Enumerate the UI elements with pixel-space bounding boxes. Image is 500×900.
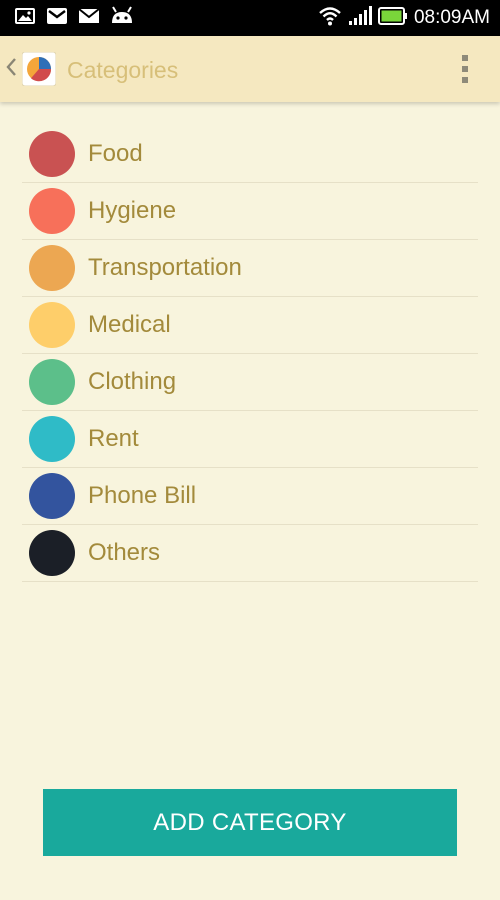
- category-color-swatch: [29, 530, 75, 576]
- system-status: 08:09AM: [318, 5, 490, 31]
- category-label: Phone Bill: [88, 482, 197, 509]
- category-color-swatch: [29, 131, 75, 177]
- email-notification-icon: [78, 6, 100, 26]
- category-list: Food Hygiene Transportation Medical Clot…: [22, 126, 478, 582]
- category-label: Clothing: [88, 368, 177, 395]
- status-bar: 08:09AM: [0, 0, 500, 36]
- category-label: Transportation: [88, 254, 242, 281]
- category-item-food[interactable]: Food: [22, 126, 478, 183]
- category-item-hygiene[interactable]: Hygiene: [22, 183, 478, 240]
- category-color-swatch: [29, 359, 75, 405]
- category-item-phone-bill[interactable]: Phone Bill: [22, 468, 478, 525]
- category-color-swatch: [29, 302, 75, 348]
- gmail-notification-icon: [46, 6, 68, 26]
- category-label: Hygiene: [88, 197, 177, 224]
- app-pie-chart-icon[interactable]: [21, 51, 57, 87]
- category-item-medical[interactable]: Medical: [22, 297, 478, 354]
- battery-icon: [377, 6, 408, 30]
- wifi-icon: [318, 5, 342, 31]
- category-item-others[interactable]: Others: [22, 525, 478, 582]
- category-item-clothing[interactable]: Clothing: [22, 354, 478, 411]
- action-bar: Categories: [0, 36, 500, 102]
- android-debug-icon: [110, 6, 134, 26]
- category-color-swatch: [29, 188, 75, 234]
- category-item-transportation[interactable]: Transportation: [22, 240, 478, 297]
- category-label: Medical: [88, 311, 171, 338]
- category-label: Food: [88, 140, 143, 167]
- back-chevron-icon[interactable]: [4, 55, 18, 83]
- category-color-swatch: [29, 416, 75, 462]
- category-color-swatch: [29, 245, 75, 291]
- gallery-notification-icon: [14, 6, 36, 26]
- category-color-swatch: [29, 473, 75, 519]
- category-label: Rent: [88, 425, 139, 452]
- category-item-rent[interactable]: Rent: [22, 411, 478, 468]
- category-label: Others: [88, 539, 161, 566]
- signal-icon: [348, 5, 372, 31]
- add-category-button[interactable]: ADD CATEGORY: [43, 789, 457, 856]
- status-time: 08:09AM: [413, 7, 490, 28]
- page-title: Categories: [67, 57, 179, 83]
- overflow-menu-icon[interactable]: [460, 53, 470, 85]
- notification-icons: [14, 6, 134, 26]
